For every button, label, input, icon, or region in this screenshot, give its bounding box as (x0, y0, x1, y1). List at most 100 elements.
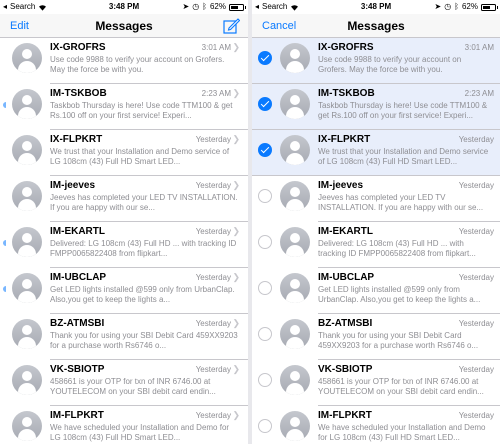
message-row[interactable]: IM-FLPKRT Yesterday We have scheduled your… (252, 406, 500, 444)
message-preview: Jeeves has completed your LED TV INSTALL… (50, 193, 238, 212)
message-preview: 458661 is your OTP for txn of INR 6746.0… (318, 377, 484, 396)
avatar-body (18, 429, 36, 441)
sender-name: VK-SBIOTP (50, 364, 105, 375)
sender-name: VK-SBIOTP (318, 364, 373, 375)
message-preview: Use code 9988 to verify your account on … (318, 55, 462, 74)
select-checkbox[interactable] (258, 235, 272, 249)
status-bar: ◂ Search 3:48 PM ➤ ◷ ᛒ 62% (252, 0, 500, 14)
sender-name: BZ-ATMSBI (50, 318, 105, 329)
message-row[interactable]: IX-FLPKRT Yesterday ❯ We trust that your In… (0, 130, 248, 176)
avatar-head (290, 325, 300, 335)
message-row[interactable]: BZ-ATMSBI Yesterday ❯ Thank you for using y… (0, 314, 248, 360)
message-row[interactable]: IM-TSKBOB 2:23 AM ❯ Taskbob Thursday is her… (0, 84, 248, 130)
chevron-right-icon: ❯ (232, 180, 240, 190)
avatar-head (290, 141, 300, 151)
avatar-body (286, 291, 304, 303)
bluetooth-icon: ᛒ (454, 2, 459, 11)
message-preview: Jeeves has completed your LED TV INSTALL… (318, 193, 484, 212)
message-preview: Get LED lights installed @599 only from … (50, 285, 235, 304)
message-preview: 458661 is your OTP for txn of INR 6746.0… (50, 377, 216, 396)
sender-name: IM-jeeves (318, 180, 364, 191)
select-checkbox[interactable] (258, 189, 272, 203)
unread-indicator (3, 286, 9, 292)
message-preview: Get LED lights installed @599 only from … (318, 285, 481, 304)
message-preview: We trust that your Installation and Demo… (318, 147, 489, 166)
avatar-body (18, 61, 36, 73)
sender-name: IM-EKARTL (50, 226, 105, 237)
message-time: 2:23 AM (201, 89, 231, 98)
avatar (12, 181, 42, 211)
status-right: ➤ ◷ ᛒ 62% (182, 0, 246, 14)
avatar-body (286, 429, 304, 441)
message-time: Yesterday (458, 273, 494, 282)
avatar (280, 273, 310, 303)
message-row[interactable]: VK-SBIOTP Yesterday 458661 is your OTP for… (252, 360, 500, 406)
message-row[interactable]: IM-TSKBOB 2:23 AM Taskbob Thursday is here… (252, 84, 500, 130)
select-checkbox[interactable] (258, 373, 272, 387)
message-time: Yesterday (195, 273, 231, 282)
status-right: ➤ ◷ ᛒ 62% (434, 0, 498, 14)
sender-name: IX-GROFRS (318, 42, 374, 53)
compose-icon[interactable] (223, 18, 240, 34)
unread-indicator (3, 240, 9, 246)
select-checkbox[interactable] (258, 97, 272, 111)
avatar-body (18, 153, 36, 165)
avatar-head (290, 279, 300, 289)
sender-name: IM-TSKBOB (50, 88, 107, 99)
message-time: Yesterday (458, 181, 494, 190)
message-row[interactable]: IM-EKARTL Yesterday Delivered: LG 108cm (4… (252, 222, 500, 268)
message-time: Yesterday (195, 319, 231, 328)
message-row[interactable]: IM-FLPKRT Yesterday ❯ We have scheduled you… (0, 406, 248, 444)
avatar-body (18, 291, 36, 303)
chevron-right-icon: ❯ (232, 318, 240, 328)
select-checkbox[interactable] (258, 143, 272, 157)
message-row[interactable]: IM-UBCLAP Yesterday Get LED lights install… (252, 268, 500, 314)
avatar-head (22, 325, 32, 335)
message-row[interactable]: IM-EKARTL Yesterday ❯ Delivered: LG 108cm (… (0, 222, 248, 268)
message-row[interactable]: IM-jeeves Yesterday Jeeves has completed y… (252, 176, 500, 222)
battery-percent: 62% (209, 2, 226, 11)
sender-name: IM-jeeves (50, 180, 96, 191)
message-row[interactable]: BZ-ATMSBI Yesterday Thank you for using yo… (252, 314, 500, 360)
sender-name: BZ-ATMSBI (318, 318, 373, 329)
avatar-head (290, 233, 300, 243)
avatar (12, 135, 42, 165)
message-preview: Thank you for using your SBI Debit Card … (318, 331, 479, 350)
message-row[interactable]: VK-SBIOTP Yesterday ❯ 458661 is your OTP fo… (0, 360, 248, 406)
message-time: Yesterday (458, 411, 494, 420)
select-checkbox[interactable] (258, 51, 272, 65)
message-preview: Delivered: LG 108cm (43) Full HD ... wit… (50, 239, 237, 258)
avatar (280, 319, 310, 349)
message-row[interactable]: IX-GROFRS 3:01 AM ❯ Use code 9988 to verify… (0, 38, 248, 84)
avatar (12, 319, 42, 349)
chevron-right-icon: ❯ (232, 42, 240, 52)
alarm-icon: ◷ (444, 2, 452, 11)
messages-edit-screen: ◂ Search 3:48 PM ➤ ◷ ᛒ 62% Cancel Messag… (252, 0, 500, 444)
message-list: IX-GROFRS 3:01 AM Use code 9988 to verify … (252, 38, 500, 444)
select-checkbox[interactable] (258, 327, 272, 341)
status-bar: ◂ Search 3:48 PM ➤ ◷ ᛒ 62% (0, 0, 248, 14)
sender-name: IM-UBCLAP (50, 272, 107, 283)
message-preview: Taskbob Thursday is here! Use code TTM10… (318, 101, 488, 120)
avatar (12, 227, 42, 257)
alarm-icon: ◷ (192, 2, 200, 11)
avatar-head (22, 187, 32, 197)
message-time: 3:01 AM (464, 43, 494, 52)
message-row[interactable]: IX-FLPKRT Yesterday We trust that your Ins… (252, 130, 500, 176)
select-checkbox[interactable] (258, 419, 272, 433)
message-row[interactable]: IX-GROFRS 3:01 AM Use code 9988 to verify … (252, 38, 500, 84)
chevron-right-icon: ❯ (232, 88, 240, 98)
select-checkbox[interactable] (258, 281, 272, 295)
sender-name: IX-FLPKRT (50, 134, 103, 145)
message-row[interactable]: IM-UBCLAP Yesterday ❯ Get LED lights instal… (0, 268, 248, 314)
avatar (280, 135, 310, 165)
message-preview: We have scheduled your Installation and … (318, 423, 486, 442)
location-icon: ➤ (434, 2, 442, 11)
sender-name: IX-FLPKRT (318, 134, 371, 145)
message-row[interactable]: IM-jeeves Yesterday ❯ Jeeves has completed … (0, 176, 248, 222)
message-preview: We trust that your Installation and Demo… (50, 147, 230, 166)
avatar-body (18, 245, 36, 257)
message-time: Yesterday (195, 227, 231, 236)
avatar (12, 273, 42, 303)
avatar (280, 181, 310, 211)
